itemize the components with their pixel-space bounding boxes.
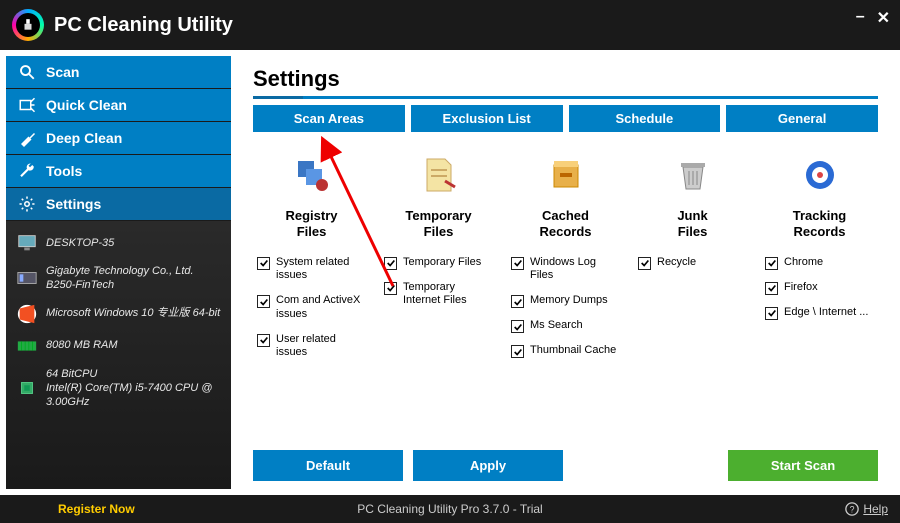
nav-quick-clean-label: Quick Clean: [46, 97, 127, 113]
nav-scan[interactable]: Scan: [6, 56, 231, 88]
chk-com-activex[interactable]: Com and ActiveX issues: [253, 291, 370, 330]
start-scan-button[interactable]: Start Scan: [728, 450, 878, 481]
tab-scan-areas[interactable]: Scan Areas: [253, 105, 405, 132]
temp-files-icon: [419, 155, 459, 195]
col-registry-title: Registry Files: [285, 208, 337, 241]
chk-chrome[interactable]: Chrome: [761, 253, 878, 278]
windows-icon: [16, 303, 38, 325]
default-button[interactable]: Default: [253, 450, 403, 481]
nav-deep-clean[interactable]: Deep Clean: [6, 122, 231, 154]
footer: Register Now PC Cleaning Utility Pro 3.7…: [0, 495, 900, 523]
sidebar: Scan Quick Clean Deep Clean Tools Settin…: [6, 56, 231, 489]
col-temp: Temporary Files Temporary Files Temporar…: [380, 150, 497, 444]
broom-icon: [18, 129, 36, 147]
monitor-icon: [16, 232, 38, 254]
page-title: Settings: [253, 66, 878, 92]
sys-ram: 8080 MB RAM: [46, 338, 118, 352]
title-underline: [253, 96, 878, 99]
register-now-link[interactable]: Register Now: [58, 502, 135, 516]
col-temp-title: Temporary Files: [405, 208, 471, 241]
system-info: DESKTOP-35 Gigabyte Technology Co., Ltd.…: [6, 221, 231, 489]
sys-mobo: Gigabyte Technology Co., Ltd. B250-FinTe…: [46, 264, 221, 293]
main-panel: Settings Scan Areas Exclusion List Sched…: [237, 56, 894, 489]
col-registry: Registry Files System related issues Com…: [253, 150, 370, 444]
chk-firefox[interactable]: Firefox: [761, 278, 878, 303]
motherboard-icon: [16, 267, 38, 289]
scan-areas-columns: Registry Files System related issues Com…: [253, 150, 878, 444]
tab-schedule[interactable]: Schedule: [569, 105, 721, 132]
chk-thumb[interactable]: Thumbnail Cache: [507, 341, 624, 366]
sys-host: DESKTOP-35: [46, 236, 114, 250]
svg-text:?: ?: [850, 505, 855, 515]
minimize-icon[interactable]: –: [856, 8, 865, 28]
nav-settings[interactable]: Settings: [6, 188, 231, 220]
gear-icon: [18, 195, 36, 213]
cpu-icon: [16, 377, 38, 399]
chk-recycle[interactable]: Recycle: [634, 253, 751, 278]
ram-icon: [16, 335, 38, 357]
chk-temp-files[interactable]: Temporary Files: [380, 253, 497, 278]
cache-icon: [546, 155, 586, 195]
search-icon: [18, 63, 36, 81]
nav-quick-clean[interactable]: Quick Clean: [6, 89, 231, 121]
nav-scan-label: Scan: [46, 64, 79, 80]
tab-general[interactable]: General: [726, 105, 878, 132]
sys-cpu: 64 BitCPU Intel(R) Core(TM) i5-7400 CPU …: [46, 367, 221, 410]
tab-exclusion-list[interactable]: Exclusion List: [411, 105, 563, 132]
apply-button[interactable]: Apply: [413, 450, 563, 481]
nav-tools-label: Tools: [46, 163, 82, 179]
col-junk-title: Junk Files: [677, 208, 707, 241]
titlebar: PC Cleaning Utility – ✕: [0, 0, 900, 50]
sys-os: Microsoft Windows 10 专业版 64-bit: [46, 306, 220, 320]
chk-mssearch[interactable]: Ms Search: [507, 316, 624, 341]
trash-icon: [673, 155, 713, 195]
help-label: Help: [863, 502, 888, 516]
settings-tabs: Scan Areas Exclusion List Schedule Gener…: [253, 105, 878, 132]
close-icon[interactable]: ✕: [877, 8, 890, 28]
footer-status: PC Cleaning Utility Pro 3.7.0 - Trial: [357, 502, 542, 516]
col-tracking: Tracking Records Chrome Firefox Edge \ I…: [761, 150, 878, 444]
col-cached-title: Cached Records: [539, 208, 591, 241]
col-cached: Cached Records Windows Log Files Memory …: [507, 150, 624, 444]
chk-winlog[interactable]: Windows Log Files: [507, 253, 624, 292]
wrench-icon: [18, 162, 36, 180]
action-row: Default Apply Start Scan: [253, 450, 878, 481]
chk-temp-inet[interactable]: Temporary Internet Files: [380, 278, 497, 317]
col-tracking-title: Tracking Records: [793, 208, 846, 241]
help-link[interactable]: ? Help: [845, 502, 888, 516]
nav-settings-label: Settings: [46, 196, 101, 212]
nav-tools[interactable]: Tools: [6, 155, 231, 187]
app-logo: [12, 9, 44, 41]
chk-memdump[interactable]: Memory Dumps: [507, 291, 624, 316]
app-title: PC Cleaning Utility: [54, 14, 233, 37]
chk-edge-ie[interactable]: Edge \ Internet ...: [761, 303, 878, 328]
chk-system-related[interactable]: System related issues: [253, 253, 370, 292]
registry-icon: [292, 155, 332, 195]
nav-deep-clean-label: Deep Clean: [46, 130, 122, 146]
cleanup-icon: [18, 96, 36, 114]
col-junk: Junk Files Recycle: [634, 150, 751, 444]
chk-user-related[interactable]: User related issues: [253, 330, 370, 369]
help-icon: ?: [845, 502, 859, 516]
tracking-icon: [800, 155, 840, 195]
